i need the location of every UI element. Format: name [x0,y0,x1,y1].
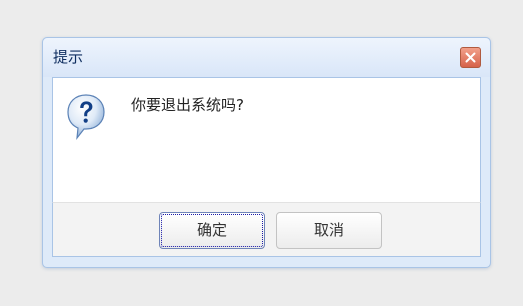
dialog-body: 你要退出系统吗? [52,77,481,202]
dialog-message: 你要退出系统吗? [131,96,244,114]
close-icon [465,52,476,63]
confirm-button[interactable]: 确定 [159,212,265,249]
question-icon [67,94,105,141]
cancel-button[interactable]: 取消 [276,212,382,249]
dialog-footer: 确定 取消 [52,202,481,257]
dialog-titlebar[interactable]: 提示 [43,38,490,77]
confirm-dialog: 提示 你要退出系统吗? 确定 取消 [42,37,491,268]
dialog-title: 提示 [53,48,84,66]
close-button[interactable] [460,47,481,68]
